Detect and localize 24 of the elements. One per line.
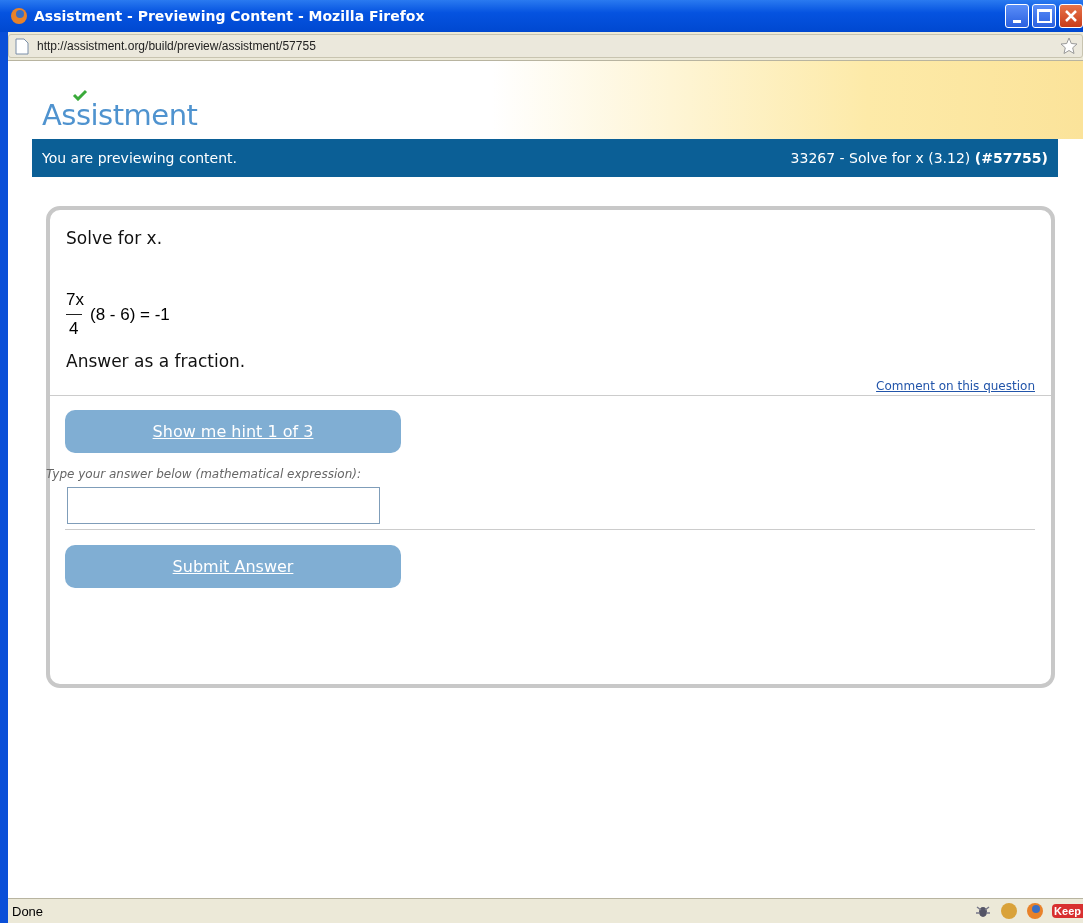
instruction-text: Answer as a fraction.	[66, 351, 247, 371]
status-text: Done	[12, 903, 44, 919]
close-icon[interactable]	[1064, 9, 1078, 23]
logo: Assistment	[42, 89, 198, 135]
minimize-button[interactable]	[1005, 4, 1029, 28]
comment-link[interactable]: Comment on this question	[876, 379, 1035, 393]
window-title: Assistment - Previewing Content - Mozilla Firefox	[34, 8, 425, 24]
address-field[interactable]: http://assistment.org/build/preview/assistment/57755	[8, 34, 1083, 58]
browser-icon	[10, 7, 28, 25]
fraction-numerator: 7x	[66, 290, 84, 310]
answer-field[interactable]	[67, 487, 380, 524]
answer-label: Type your answer below (mathematical expression):	[46, 467, 361, 481]
question-text: Solve for x.	[66, 228, 164, 248]
star-icon[interactable]	[1060, 37, 1078, 55]
equation-text: (8 - 6) = -1	[90, 304, 170, 325]
page-icon	[15, 37, 29, 55]
maximize-button[interactable]	[1032, 4, 1056, 28]
close-button[interactable]	[1059, 4, 1083, 28]
assistment-id: 33267 - Solve for x (3.12) (#57755)	[790, 150, 1048, 166]
fraction-denominator: 4	[69, 319, 79, 339]
browser-icon[interactable]	[1026, 902, 1045, 920]
status-badge[interactable]: Keep	[1052, 904, 1083, 918]
preview-notice: You are previewing content.	[42, 150, 237, 166]
bug-icon[interactable]	[974, 903, 993, 919]
